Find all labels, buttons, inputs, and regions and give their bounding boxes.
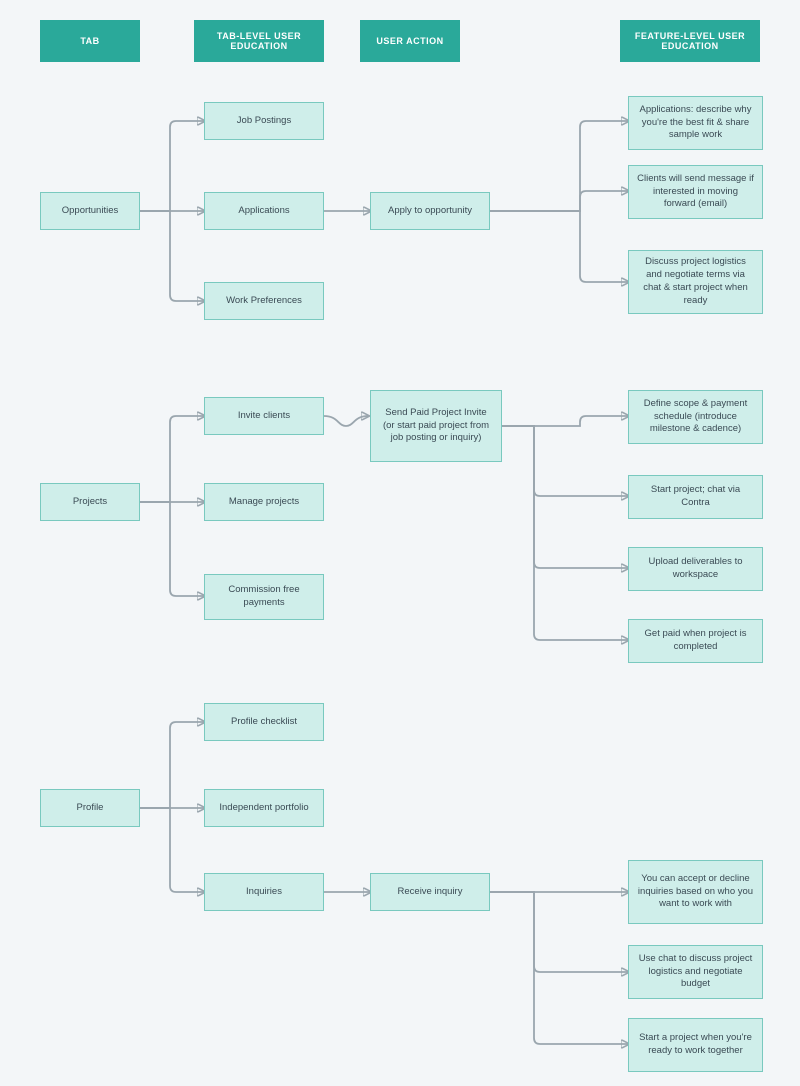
feature-opp-discuss-logistics: Discuss project logistics and negotiate … xyxy=(628,250,763,314)
feature-prof-start-project: Start a project when you're ready to wor… xyxy=(628,1018,763,1072)
useraction-send-paid-project-invite: Send Paid Project Invite (or start paid … xyxy=(370,390,502,462)
feature-proj-upload-deliverables: Upload deliverables to workspace xyxy=(628,547,763,591)
tablevel-manage-projects: Manage projects xyxy=(204,483,324,521)
feature-proj-get-paid: Get paid when project is completed xyxy=(628,619,763,663)
feature-proj-define-scope: Define scope & payment schedule (introdu… xyxy=(628,390,763,444)
feature-opp-applications-describe: Applications: describe why you're the be… xyxy=(628,96,763,150)
useraction-receive-inquiry: Receive inquiry xyxy=(370,873,490,911)
feature-prof-use-chat: Use chat to discuss project logistics an… xyxy=(628,945,763,999)
tab-opportunities: Opportunities xyxy=(40,192,140,230)
tab-projects: Projects xyxy=(40,483,140,521)
tablevel-invite-clients: Invite clients xyxy=(204,397,324,435)
tablevel-work-preferences: Work Preferences xyxy=(204,282,324,320)
useraction-apply-to-opportunity: Apply to opportunity xyxy=(370,192,490,230)
feature-proj-start-chat: Start project; chat via Contra xyxy=(628,475,763,519)
tablevel-applications: Applications xyxy=(204,192,324,230)
tablevel-profile-checklist: Profile checklist xyxy=(204,703,324,741)
tab-profile: Profile xyxy=(40,789,140,827)
diagram-canvas: TAB TAB-LEVEL USER EDUCATION USER ACTION… xyxy=(0,0,800,1086)
feature-prof-accept-decline: You can accept or decline inquiries base… xyxy=(628,860,763,924)
tablevel-inquiries: Inquiries xyxy=(204,873,324,911)
tablevel-independent-portfolio: Independent portfolio xyxy=(204,789,324,827)
tablevel-job-postings: Job Postings xyxy=(204,102,324,140)
tablevel-commission-free-payments: Commission free payments xyxy=(204,574,324,620)
feature-opp-clients-message: Clients will send message if interested … xyxy=(628,165,763,219)
